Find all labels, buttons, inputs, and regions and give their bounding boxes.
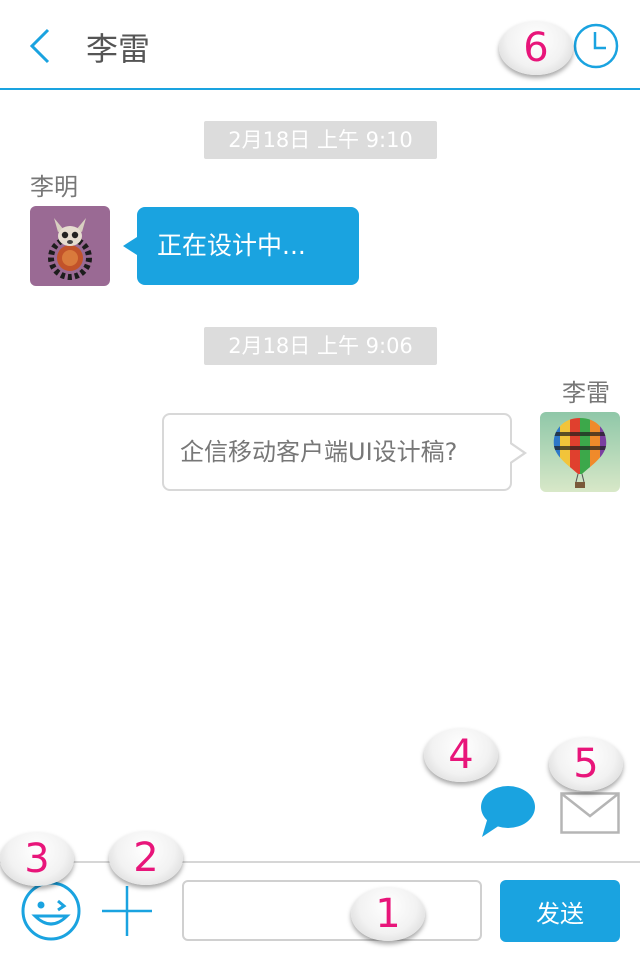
cartoon-lemur-avatar bbox=[30, 206, 110, 286]
bubble-tail bbox=[510, 444, 523, 462]
mail-button[interactable] bbox=[560, 792, 620, 834]
clock-icon bbox=[573, 23, 619, 69]
annotation-badge: 2 bbox=[109, 831, 183, 885]
emoji-icon bbox=[21, 881, 81, 941]
message-text: 企信移动客户端UI设计稿? bbox=[180, 438, 458, 466]
chat-bubble-icon bbox=[481, 786, 535, 837]
sender-name: 李雷 bbox=[562, 379, 610, 407]
message-bubble-incoming[interactable]: 正在设计中... bbox=[123, 207, 359, 285]
plus-icon bbox=[102, 886, 152, 936]
history-button[interactable] bbox=[572, 22, 620, 70]
annotation-badge: 5 bbox=[549, 737, 623, 791]
message-input[interactable] bbox=[182, 880, 482, 941]
chat-title: 李雷 bbox=[86, 30, 151, 68]
message-timestamp: 2月18日 上午 9:10 bbox=[204, 121, 437, 159]
composer-divider bbox=[0, 861, 640, 863]
sender-name: 李明 bbox=[30, 173, 78, 201]
chat-button[interactable] bbox=[474, 783, 538, 839]
message-timestamp: 2月18日 上午 9:06 bbox=[204, 327, 437, 365]
annotation-badge: 4 bbox=[424, 728, 498, 782]
send-button[interactable]: 发送 bbox=[500, 880, 620, 942]
emoji-button[interactable] bbox=[20, 880, 82, 942]
avatar[interactable] bbox=[540, 412, 620, 492]
annotation-badge: 6 bbox=[499, 21, 573, 75]
back-button[interactable] bbox=[24, 26, 60, 66]
chevron-left-icon bbox=[29, 28, 50, 64]
annotation-badge: 3 bbox=[0, 832, 74, 886]
envelope-icon bbox=[560, 792, 620, 834]
add-attachment-button[interactable] bbox=[100, 884, 154, 938]
avatar[interactable] bbox=[30, 206, 110, 286]
annotation-badge: 1 bbox=[351, 887, 425, 941]
message-bubble-outgoing[interactable]: 企信移动客户端UI设计稿? bbox=[162, 413, 527, 491]
hot-air-balloon-avatar bbox=[540, 412, 620, 492]
